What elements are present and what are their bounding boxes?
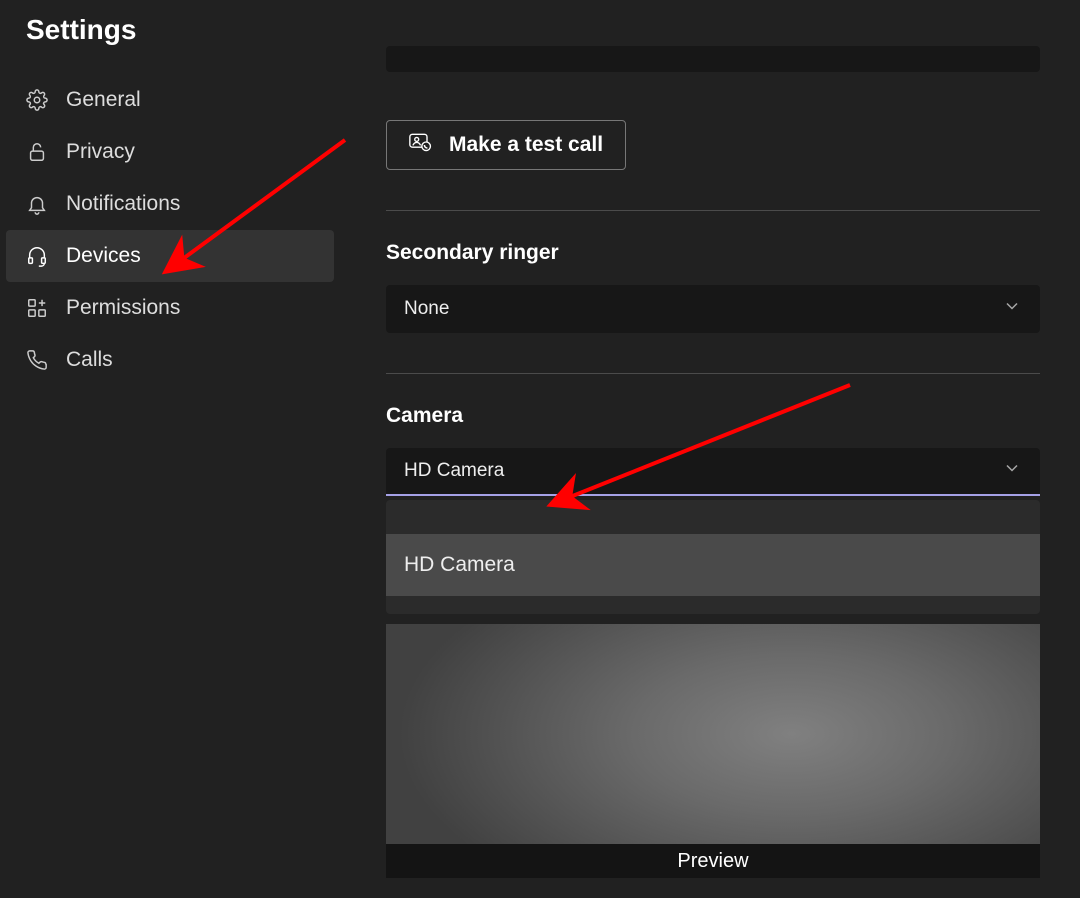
phone-icon <box>26 349 56 371</box>
secondary-ringer-select[interactable]: None <box>386 285 1040 333</box>
button-label: Make a test call <box>449 133 603 157</box>
camera-preview <box>386 624 1040 844</box>
camera-label: Camera <box>386 404 1040 428</box>
camera-preview-label: Preview <box>386 844 1040 878</box>
sidebar-item-label: Notifications <box>56 192 180 216</box>
sidebar-item-privacy[interactable]: Privacy <box>6 126 334 178</box>
section-divider <box>386 373 1040 374</box>
settings-sidebar: Settings General Privacy <box>0 0 340 386</box>
select-value: None <box>404 298 449 320</box>
sidebar-item-permissions[interactable]: Permissions <box>6 282 334 334</box>
sidebar-item-label: Privacy <box>56 140 135 164</box>
person-call-icon <box>409 131 433 159</box>
sidebar-item-notifications[interactable]: Notifications <box>6 178 334 230</box>
sidebar-item-label: General <box>56 88 141 112</box>
headset-icon <box>26 245 56 267</box>
chevron-down-icon <box>1002 296 1022 322</box>
sidebar-item-label: Calls <box>56 348 113 372</box>
secondary-ringer-label: Secondary ringer <box>386 241 1040 265</box>
gear-icon <box>26 89 56 111</box>
bell-icon <box>26 193 56 215</box>
sidebar-item-general[interactable]: General <box>6 74 334 126</box>
camera-select[interactable]: HD Camera <box>386 448 1040 496</box>
camera-dropdown: HD Camera <box>386 500 1040 614</box>
settings-main: Make a test call Secondary ringer None C… <box>386 0 1040 878</box>
section-divider <box>386 210 1040 211</box>
sidebar-item-calls[interactable]: Calls <box>6 334 334 386</box>
page-title: Settings <box>0 14 340 74</box>
sidebar-item-label: Devices <box>56 244 141 268</box>
select-value: HD Camera <box>404 460 504 482</box>
apps-icon <box>26 297 56 319</box>
camera-option[interactable]: HD Camera <box>386 534 1040 596</box>
speaker-select-partial[interactable] <box>386 46 1040 72</box>
sidebar-nav: General Privacy Notifi <box>0 74 340 386</box>
make-test-call-button[interactable]: Make a test call <box>386 120 626 170</box>
chevron-down-icon <box>1002 458 1022 484</box>
lock-icon <box>26 141 56 163</box>
camera-preview-section: Preview <box>386 624 1040 878</box>
option-label: HD Camera <box>404 553 515 577</box>
sidebar-item-label: Permissions <box>56 296 180 320</box>
sidebar-item-devices[interactable]: Devices <box>6 230 334 282</box>
